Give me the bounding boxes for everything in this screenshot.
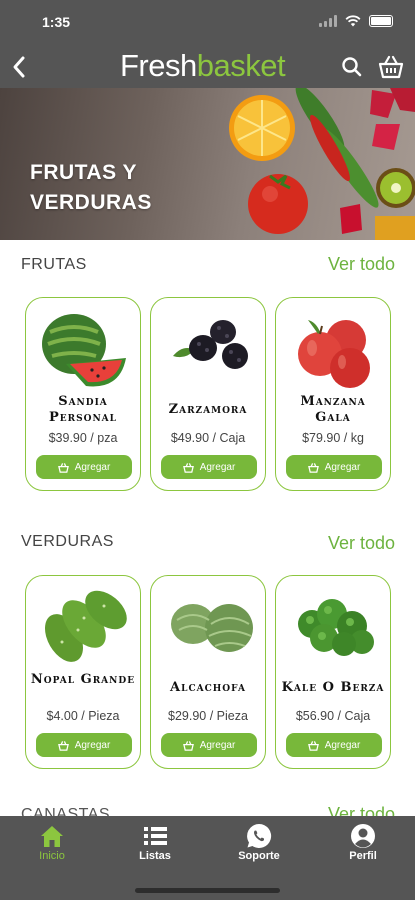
tab-label: Inicio: [39, 850, 65, 862]
add-to-cart-label: Agregar: [199, 461, 236, 473]
signal-icon: [319, 15, 337, 27]
app-logo: Fresh basket: [120, 48, 286, 84]
status-bar: 1:35: [0, 12, 415, 34]
tab-perfil[interactable]: Perfil: [318, 816, 408, 872]
product-row-frutas: Sandia Personal $39.90 / pza Agregar Zar…: [0, 297, 415, 491]
product-price: $39.90 / pza: [48, 431, 118, 445]
status-time: 1:35: [42, 14, 71, 30]
home-indicator: [135, 888, 280, 893]
product-name: Nopal Grande: [30, 672, 136, 687]
product-price: $56.90 / Caja: [295, 709, 371, 723]
product-price: $4.00 / Pieza: [46, 709, 120, 723]
hero-produce-image: [229, 88, 415, 240]
hero-title-line2: VERDURAS: [30, 191, 152, 214]
home-icon: [41, 826, 63, 847]
nav-bar: Fresh basket: [0, 44, 415, 88]
product-price: $79.90 / kg: [302, 431, 364, 445]
tab-listas[interactable]: Listas: [110, 816, 200, 872]
logo-text-fresh: Fresh: [120, 48, 197, 83]
add-to-cart-button[interactable]: Agregar: [161, 455, 257, 479]
whatsapp-icon: [247, 823, 272, 848]
search-icon: [342, 57, 362, 77]
add-to-cart-button[interactable]: Agregar: [36, 455, 132, 479]
cart-button[interactable]: [377, 53, 405, 81]
product-card[interactable]: Zarzamora $49.90 / Caja Agregar: [150, 297, 266, 491]
product-name: Zarzamora: [168, 402, 248, 417]
add-to-cart-label: Agregar: [324, 739, 361, 751]
add-to-cart-label: Agregar: [324, 461, 361, 473]
product-card[interactable]: Manzana Gala $79.90 / kg Agregar: [275, 297, 391, 491]
section-header-verduras: VERDURAS Ver todo: [0, 529, 415, 557]
section-header-frutas: FRUTAS Ver todo: [0, 252, 415, 280]
tab-label: Soporte: [238, 850, 280, 862]
product-name: Sandia Personal: [49, 394, 117, 425]
apple-image: [298, 320, 370, 388]
blackberry-image: [173, 320, 248, 369]
basket-icon: [378, 55, 404, 79]
product-row-verduras: Nopal Grande $4.00 / Pieza Agregar Alcac…: [0, 575, 415, 769]
hero-banner[interactable]: FRUTAS Y VERDURAS: [0, 88, 415, 240]
tab-label: Perfil: [349, 850, 377, 862]
basket-icon: [57, 462, 69, 473]
product-card[interactable]: Sandia Personal $39.90 / pza Agregar: [25, 297, 141, 491]
add-to-cart-button[interactable]: Agregar: [286, 455, 382, 479]
see-all-link[interactable]: Ver todo: [328, 254, 395, 275]
product-name: Alcachofa: [170, 680, 246, 695]
product-card[interactable]: Kale o Berza $56.90 / Caja Agregar: [275, 575, 391, 769]
product-card[interactable]: Alcachofa $29.90 / Pieza Agregar: [150, 575, 266, 769]
add-to-cart-label: Agregar: [74, 739, 111, 751]
tab-inicio[interactable]: Inicio: [7, 816, 97, 872]
section-title: VERDURAS: [21, 533, 114, 550]
back-button[interactable]: [6, 52, 32, 82]
wifi-icon: [345, 15, 361, 27]
product-name: Manzana Gala: [300, 394, 366, 425]
tab-soporte[interactable]: Soporte: [214, 816, 304, 872]
basket-icon: [307, 740, 319, 751]
add-to-cart-button[interactable]: Agregar: [36, 733, 132, 757]
product-name: Kale o Berza: [281, 680, 385, 695]
basket-icon: [307, 462, 319, 473]
basket-icon: [182, 740, 194, 751]
product-card[interactable]: Nopal Grande $4.00 / Pieza Agregar: [25, 575, 141, 769]
user-icon: [351, 824, 375, 848]
back-icon: [13, 56, 25, 78]
logo-text-basket: basket: [196, 48, 286, 83]
product-price: $49.90 / Caja: [170, 431, 246, 445]
tab-label: Listas: [139, 850, 171, 862]
add-to-cart-label: Agregar: [74, 461, 111, 473]
battery-icon: [369, 15, 393, 27]
nopal-image: [45, 590, 127, 662]
top-bar: 1:35 Fresh basket: [0, 0, 415, 88]
add-to-cart-label: Agregar: [199, 739, 236, 751]
product-price: $29.90 / Pieza: [168, 709, 248, 723]
watermelon-image: [42, 314, 126, 387]
hero-title: FRUTAS Y VERDURAS: [30, 158, 152, 218]
kale-image: [298, 599, 374, 656]
add-to-cart-button[interactable]: Agregar: [161, 733, 257, 757]
artichoke-image: [171, 604, 253, 652]
section-title: FRUTAS: [21, 256, 87, 273]
basket-icon: [57, 740, 69, 751]
status-icons: [319, 15, 393, 27]
bottom-tab-bar: Inicio Listas Soporte Perfil: [0, 816, 415, 900]
add-to-cart-button[interactable]: Agregar: [286, 733, 382, 757]
see-all-link[interactable]: Ver todo: [328, 533, 395, 554]
list-icon: [144, 827, 167, 845]
hero-title-line1: FRUTAS Y: [30, 161, 138, 184]
search-button[interactable]: [339, 54, 365, 80]
basket-icon: [182, 462, 194, 473]
